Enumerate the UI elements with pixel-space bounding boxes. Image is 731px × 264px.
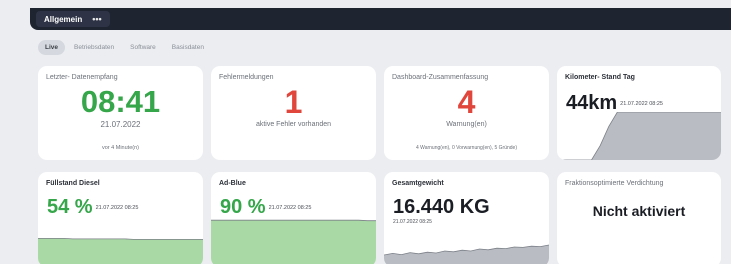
last-receive-time: 08:41: [80, 84, 161, 119]
sparkline-area: [384, 245, 549, 264]
weight-timestamp: 21.07.2022 08:25: [393, 219, 432, 225]
subtab-bar: Live Betriebsdaten Software Basisdaten: [38, 40, 211, 55]
sparkline-area: [557, 112, 721, 160]
diesel-timestamp: 21.07.2022 08:25: [95, 204, 139, 211]
card-label: Gesamtgewicht: [392, 180, 444, 187]
km-value: 44km: [566, 92, 618, 114]
error-text: aktive Fehler vorhanden: [255, 121, 332, 128]
subtab-live[interactable]: Live: [38, 40, 66, 55]
tab-allgemein[interactable]: Allgemein •••: [36, 11, 110, 27]
sparkline-area: [38, 238, 203, 264]
card-dashboard-summary[interactable]: Dashboard-Zusammenfassung 4 Warnung(en) …: [384, 66, 549, 160]
card-diesel-level[interactable]: Füllstand Diesel 54 % 21.07.2022 08:25: [38, 172, 203, 264]
card-label: Ad-Blue: [219, 180, 246, 187]
card-label: Letzter- Datenempfang: [46, 74, 118, 81]
last-receive-date: 21.07.2022: [100, 120, 141, 129]
warning-text: Warnung(en): [446, 121, 487, 128]
last-receive-ago: vor 4 Minute(n): [102, 145, 139, 151]
card-km-day[interactable]: Kilometer- Stand Tag 44km 21.07.2022 08:2…: [557, 66, 721, 160]
card-fraction-compaction[interactable]: Fraktionsoptimierte Verdichtung Nicht ak…: [557, 172, 721, 264]
adblue-timestamp: 21.07.2022 08:25: [268, 204, 312, 211]
tab-allgemein-label: Allgemein: [44, 14, 83, 24]
subtab-software[interactable]: Software: [123, 40, 163, 55]
card-label: Füllstand Diesel: [46, 180, 100, 187]
subtab-basisdaten[interactable]: Basisdaten: [165, 40, 211, 55]
km-timestamp: 21.07.2022 08:25: [620, 100, 663, 107]
card-last-data-receive[interactable]: Letzter- Datenempfang 08:41 21.07.2022 v…: [38, 66, 203, 160]
warning-count: 4: [457, 84, 476, 120]
card-label: Fraktionsoptimierte Verdichtung: [565, 180, 664, 187]
sparkline-area: [211, 220, 376, 264]
top-navigation-bar: Allgemein •••: [30, 8, 731, 30]
diesel-sparkline: [38, 238, 203, 264]
error-count: 1: [284, 84, 303, 120]
adblue-sparkline: [211, 219, 376, 264]
card-label: Dashboard-Zusammenfassung: [392, 74, 489, 81]
more-menu-icon[interactable]: •••: [92, 14, 101, 24]
subtab-betriebsdaten[interactable]: Betriebsdaten: [67, 40, 121, 55]
card-total-weight[interactable]: Gesamtgewicht 16.440 KG 21.07.2022 08:25: [384, 172, 549, 264]
km-sparkline: [557, 112, 721, 160]
warning-detail: 4 Warnung(en), 0 Vorwarnung(en), 5 Gründ…: [416, 145, 517, 151]
weight-value: 16.440 KG: [393, 196, 490, 218]
fraction-status: Nicht aktiviert: [592, 203, 686, 219]
card-label: Kilometer- Stand Tag: [565, 74, 635, 81]
card-error-messages[interactable]: Fehlermeldungen 1 aktive Fehler vorhande…: [211, 66, 376, 160]
weight-sparkline: [384, 244, 549, 264]
card-label: Fehlermeldungen: [219, 74, 274, 81]
card-adblue-level[interactable]: Ad-Blue 90 % 21.07.2022 08:25: [211, 172, 376, 264]
